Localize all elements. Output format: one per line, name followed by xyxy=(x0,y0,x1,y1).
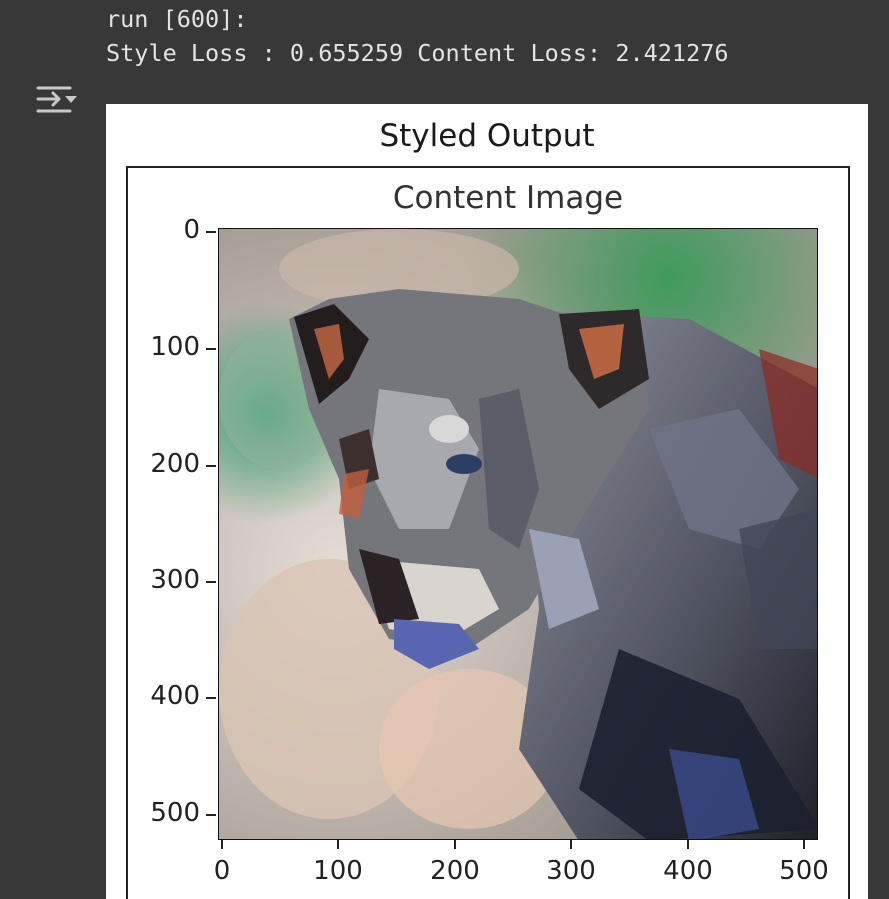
y-tick-mark xyxy=(206,581,216,583)
x-tick-label: 300 xyxy=(546,856,596,886)
y-tick-mark xyxy=(206,348,216,350)
y-tick-mark xyxy=(206,697,216,699)
styled-cougar-image xyxy=(218,228,818,840)
output-collapse-icon xyxy=(36,86,77,113)
x-tick-label: 500 xyxy=(779,856,829,886)
y-tick-mark xyxy=(206,814,216,816)
figure-suptitle: Styled Output xyxy=(379,118,595,154)
y-tick-label: 200 xyxy=(150,449,200,479)
x-tick-label: 400 xyxy=(663,856,713,886)
run-line: run [600]: xyxy=(106,5,248,33)
output-toggle-button[interactable] xyxy=(34,82,80,122)
output-cell: run [600]: Style Loss : 0.655259 Content… xyxy=(0,0,889,899)
x-tick-mark xyxy=(221,839,223,849)
y-tick-mark xyxy=(206,465,216,467)
y-tick-label: 500 xyxy=(150,798,200,828)
loss-line: Style Loss : 0.655259 Content Loss: 2.42… xyxy=(106,39,729,67)
x-tick-label: 200 xyxy=(430,856,480,886)
x-tick-mark xyxy=(454,839,456,849)
matplotlib-figure: Styled Output Content Image 0 100 200 30… xyxy=(106,104,868,899)
stdout-text: run [600]: Style Loss : 0.655259 Content… xyxy=(106,2,729,70)
x-tick-mark xyxy=(570,839,572,849)
x-tick-mark xyxy=(687,839,689,849)
x-tick-label: 0 xyxy=(213,856,231,886)
y-tick-label: 300 xyxy=(150,565,200,595)
y-tick-mark xyxy=(206,231,216,233)
x-tick-label: 100 xyxy=(313,856,363,886)
y-tick-label: 0 xyxy=(183,215,200,245)
y-tick-label: 400 xyxy=(150,681,200,711)
x-tick-mark xyxy=(337,839,339,849)
axes-title: Content Image xyxy=(392,180,624,216)
y-tick-label: 100 xyxy=(150,332,200,362)
x-tick-mark xyxy=(803,839,805,849)
cougar-painting-graphic xyxy=(219,229,817,839)
